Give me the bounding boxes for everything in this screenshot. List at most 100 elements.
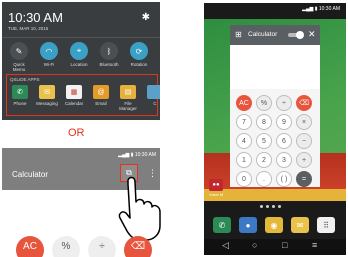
recents-icon[interactable]: □: [282, 240, 287, 250]
qslide-app-label: Email: [95, 101, 107, 106]
calculator-key[interactable]: 9: [276, 114, 292, 130]
qslide-app[interactable]: ▦ Calendar: [62, 85, 86, 106]
calculator-key[interactable]: −: [296, 133, 312, 149]
page-dot: [266, 205, 269, 208]
location-icon: ⌖: [70, 42, 88, 60]
phone-icon[interactable]: ✆: [213, 217, 231, 233]
divider: [2, 37, 160, 38]
calculator-icon: [147, 85, 160, 99]
calculator-key[interactable]: 6: [276, 133, 292, 149]
window-title: Calculator: [248, 31, 278, 38]
quick-setting-label: Rotation: [130, 62, 148, 67]
close-icon[interactable]: ✕: [308, 29, 316, 40]
chrome-icon[interactable]: ◉: [265, 217, 283, 233]
gear-icon[interactable]: ✱: [142, 12, 150, 23]
qslide-apps-title: QSLIDE APPS: [10, 77, 40, 82]
quick-setting-label: Wi-Fi: [43, 62, 55, 67]
back-icon[interactable]: ◁: [222, 240, 229, 251]
calculator-icon: ⊞: [235, 30, 242, 39]
calculator-key[interactable]: 4: [236, 133, 252, 149]
status-time: 10:30 AM: [318, 6, 340, 12]
calculator-key[interactable]: 3: [276, 152, 292, 168]
qslide-app[interactable]: C: [143, 85, 160, 106]
qslide-app-label: File Manager: [119, 101, 137, 111]
clock-date: TUE, MAR 10, 2015: [8, 26, 49, 31]
calculator-key[interactable]: AC: [236, 95, 252, 111]
quick-setting-toggle[interactable]: ◠ Wi-Fi: [36, 42, 62, 67]
apps-icon[interactable]: ⠿: [317, 217, 335, 233]
quick-memo-icon: ✎: [10, 42, 28, 60]
calculator-key[interactable]: %: [256, 95, 272, 111]
rotation-icon: ⟳: [130, 42, 148, 60]
qslide-app[interactable]: ✉ Messaging: [35, 85, 59, 106]
calculator-key[interactable]: ⌫: [296, 95, 312, 111]
messaging-icon[interactable]: ✉: [291, 217, 309, 233]
app-title: Calculator: [12, 170, 49, 179]
signal-icon: ▂▄▆ ▮: [118, 152, 134, 158]
qslide-app-label: C: [153, 101, 157, 106]
calculator-key[interactable]: 1: [236, 152, 252, 168]
quick-setting-toggle[interactable]: ⟳ Rotation: [126, 42, 152, 67]
calculator-key[interactable]: 7: [236, 114, 252, 130]
home-icon[interactable]: ○: [252, 240, 257, 250]
voice-recorder-shortcut[interactable]: ●● Voice M: [209, 179, 223, 197]
phone-icon: ✆: [12, 85, 28, 99]
page-dot: [260, 205, 263, 208]
calculator-key[interactable]: .: [256, 171, 272, 187]
calculator-key[interactable]: ⌫: [124, 236, 152, 257]
page-dot: [272, 205, 275, 208]
calculator-key[interactable]: +: [296, 152, 312, 168]
slider-knob[interactable]: [296, 31, 304, 39]
navigation-bar: ◁ ○ □ ≡: [204, 239, 346, 255]
calculator-key[interactable]: =: [296, 171, 312, 187]
transparency-slider[interactable]: [288, 31, 304, 39]
clock-time: 10:30 AM: [8, 10, 63, 25]
calculator-display: [230, 45, 320, 89]
status-time: 10:30 AM: [134, 152, 156, 158]
qslide-app[interactable]: ✆ Phone: [8, 85, 32, 106]
wallpaper-band: [204, 189, 346, 201]
bluetooth-icon: ᛒ: [100, 42, 118, 60]
quick-setting-label: Bluetooth: [99, 62, 119, 67]
email-icon: @: [93, 85, 109, 99]
shortcut-label: Voice M: [209, 192, 224, 197]
notification-panel: 10:30 AM TUE, MAR 10, 2015 ✱ ✎ Quick Memo ◠…: [2, 2, 160, 120]
voice-recorder-icon: ●●: [209, 179, 223, 191]
calculator-key[interactable]: ÷: [88, 236, 116, 257]
qslide-app-label: Messaging: [36, 101, 58, 106]
status-bar: ▂▄▆ ▮ 10:30 AM: [302, 6, 340, 12]
qslide-app-label: Phone: [13, 101, 27, 106]
contacts-icon[interactable]: ●: [239, 217, 257, 233]
wifi-icon: ◠: [40, 42, 58, 60]
tapping-hand-icon: [118, 176, 161, 241]
calculator-key[interactable]: 0: [236, 171, 252, 187]
calendar-icon: ▦: [66, 85, 82, 99]
file-manager-icon: ▤: [120, 85, 136, 99]
messaging-icon: ✉: [39, 85, 55, 99]
calculator-key[interactable]: 8: [256, 114, 272, 130]
calculator-key[interactable]: ( ): [276, 171, 292, 187]
quick-setting-toggle[interactable]: ⌖ Location: [66, 42, 92, 67]
menu-icon[interactable]: ≡: [312, 240, 317, 250]
signal-icon: ▂▄▆ ▮: [302, 6, 318, 12]
calculator-key[interactable]: 5: [256, 133, 272, 149]
quick-setting-toggle[interactable]: ✎ Quick Memo: [6, 42, 32, 72]
calculator-key[interactable]: AC: [16, 236, 44, 257]
status-bar: ▂▄▆ ▮ 10:30 AM: [118, 152, 156, 158]
qslide-app-label: Calendar: [64, 101, 84, 106]
quick-setting-label: Location: [70, 62, 88, 67]
qslide-calculator-window[interactable]: ⊞ Calculator ✕ AC% ÷ ⌫ 7 8 9 × 4 5 6− 1 2 3 +0.( ) =: [230, 25, 320, 187]
qslide-window-titlebar[interactable]: ⊞ Calculator ✕: [230, 25, 320, 45]
page-indicator: [260, 205, 281, 208]
qslide-apps-highlight: QSLIDE APPS ✆ Phone ✉ Messaging ▦ Calendar @ Em…: [6, 74, 160, 116]
or-label: OR: [68, 127, 85, 139]
calculator-key[interactable]: %: [52, 236, 80, 257]
qslide-app[interactable]: @ Email: [89, 85, 113, 106]
quick-setting-toggle[interactable]: ᛒ Bluetooth: [96, 42, 122, 67]
qslide-app[interactable]: ▤ File Manager: [116, 85, 140, 111]
phone-screen: ▂▄▆ ▮ 10:30 AM ●● Voice M ⊞ Calculator ✕…: [204, 3, 346, 255]
calculator-key[interactable]: ×: [296, 114, 312, 130]
calculator-key[interactable]: 2: [256, 152, 272, 168]
quick-setting-label: Quick Memo: [12, 62, 26, 72]
calculator-key[interactable]: ÷: [276, 95, 292, 111]
